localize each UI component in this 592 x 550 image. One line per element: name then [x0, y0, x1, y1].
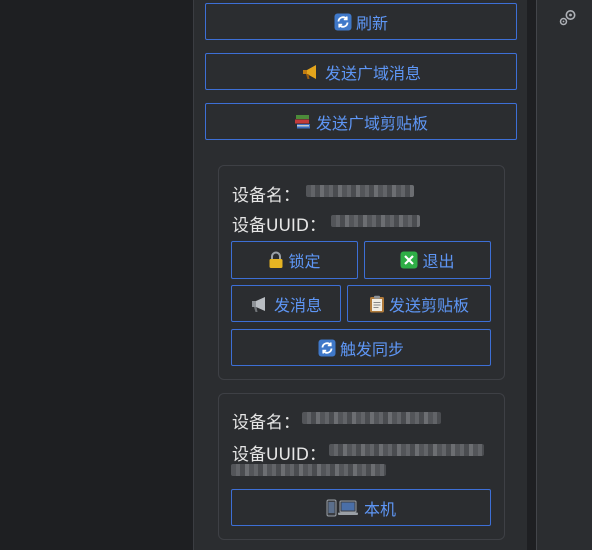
- logout-label: 退出: [422, 252, 455, 271]
- megaphone-icon: [301, 63, 321, 81]
- logout-button[interactable]: 退出: [364, 241, 491, 279]
- trigger-sync-button[interactable]: 触发同步: [231, 329, 491, 366]
- books-icon: [294, 113, 312, 131]
- send-clipboard-button[interactable]: 发送剪贴板: [347, 285, 491, 322]
- device-name-value: [306, 185, 414, 197]
- right-toolbar: [537, 0, 592, 550]
- loudspeaker-icon: [250, 295, 270, 313]
- send-clipboard-label: 发送剪贴板: [388, 295, 469, 315]
- phone-laptop-icon: [326, 499, 360, 517]
- this-machine-button[interactable]: 本机: [231, 489, 491, 526]
- trigger-sync-label: 触发同步: [339, 339, 404, 359]
- device-uuid-value-continued: [231, 464, 386, 476]
- device-uuid-label: 设备UUID：: [232, 445, 326, 465]
- refresh-icon: [334, 13, 352, 31]
- lock-label: 锁定: [288, 252, 321, 271]
- close-icon: [400, 251, 418, 269]
- send-message-label: 发消息: [273, 295, 322, 315]
- send-broadcast-message-button[interactable]: 发送广域消息: [205, 53, 517, 90]
- send-broadcast-clipboard-button[interactable]: 发送广域剪贴板: [205, 103, 517, 140]
- refresh-icon: [318, 339, 336, 357]
- refresh-label: 刷新: [355, 13, 388, 33]
- send-broadcast-message-label: 发送广域消息: [324, 63, 421, 83]
- device-uuid-value: [329, 444, 484, 456]
- lock-button[interactable]: 锁定: [231, 241, 358, 279]
- lock-icon: [268, 251, 284, 269]
- device-uuid-label: 设备UUID：: [232, 216, 326, 236]
- send-broadcast-clipboard-label: 发送广域剪贴板: [315, 113, 428, 133]
- this-machine-label: 本机: [363, 499, 396, 519]
- device-uuid-value: [331, 215, 420, 227]
- left-gutter: [0, 0, 194, 550]
- device-name-label: 设备名：: [232, 413, 300, 433]
- clipboard-icon: [369, 295, 385, 313]
- device-name-label: 设备名：: [232, 186, 300, 206]
- device-name-value: [302, 412, 441, 424]
- refresh-button[interactable]: 刷新: [205, 3, 517, 40]
- send-message-button[interactable]: 发消息: [231, 285, 341, 322]
- gear-icon[interactable]: [558, 8, 578, 28]
